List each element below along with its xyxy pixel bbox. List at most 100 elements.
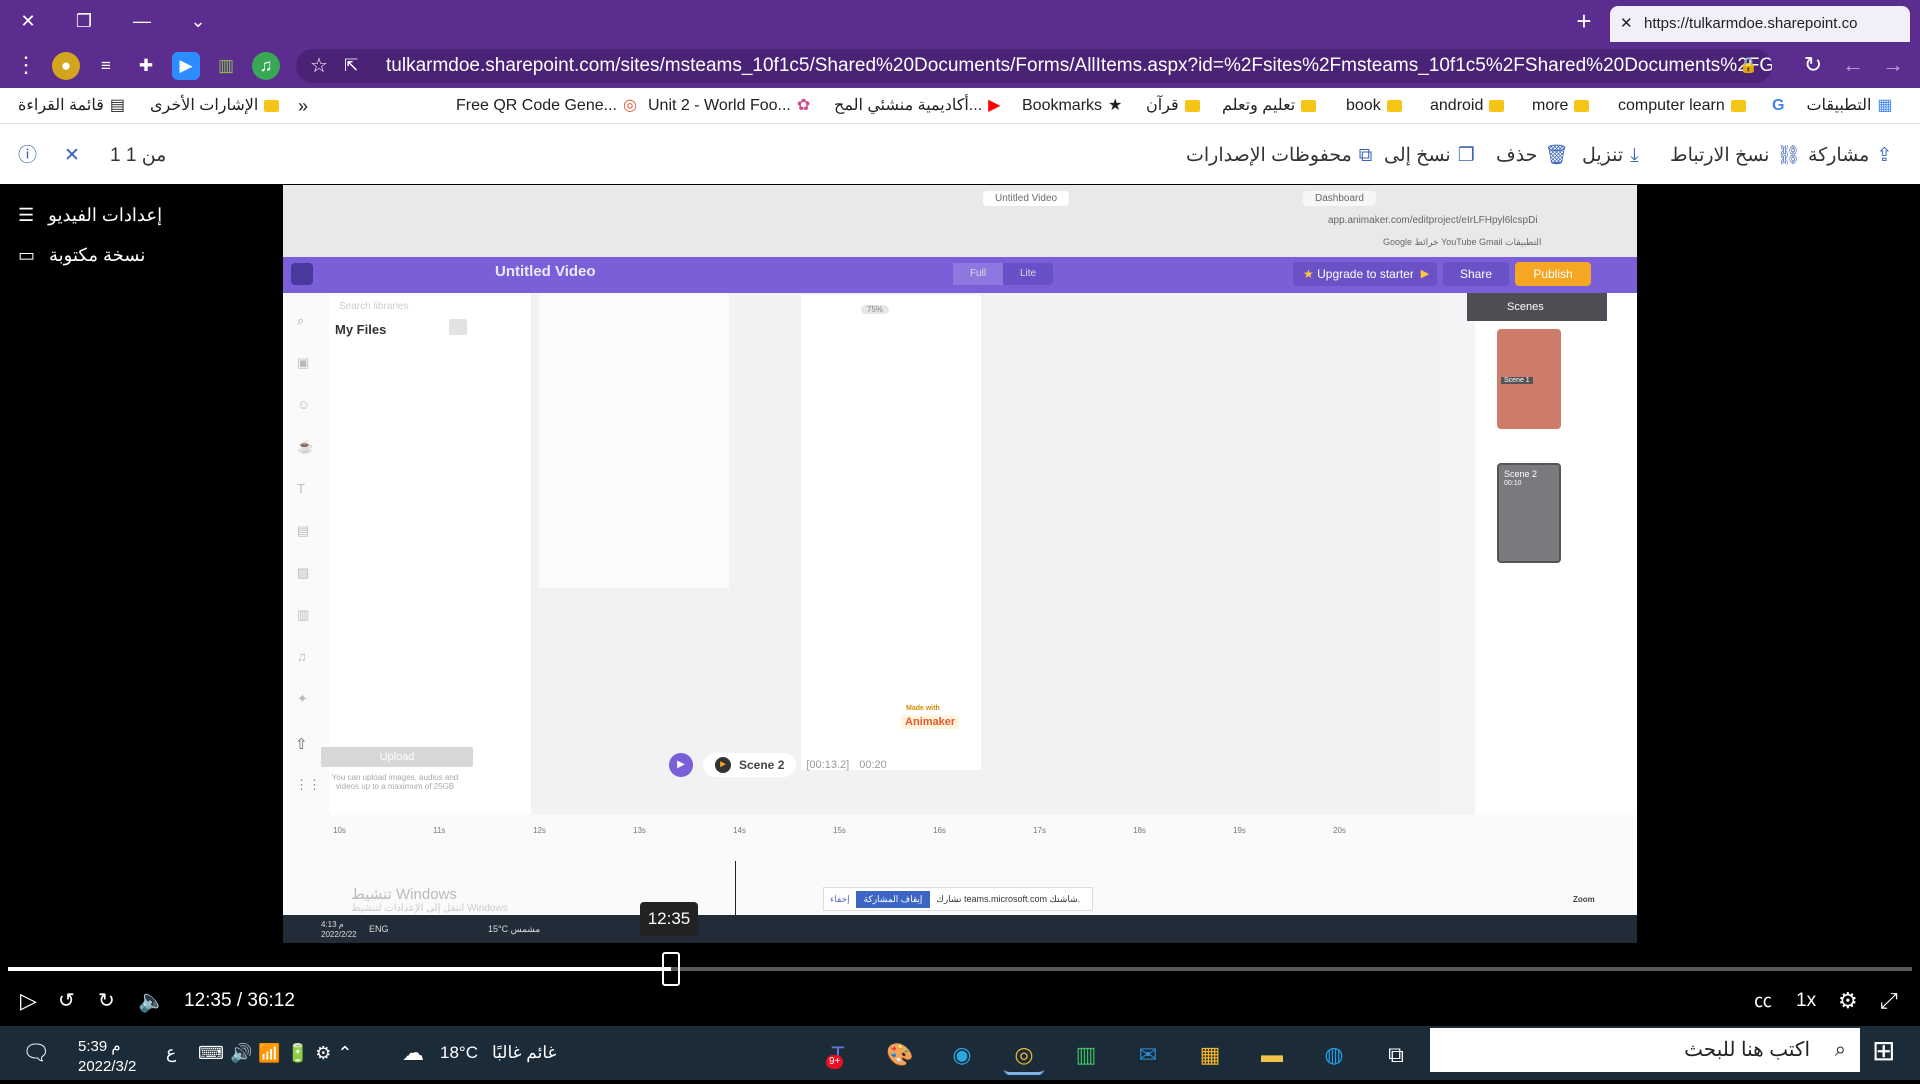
zoom-badge[interactable]: 75% xyxy=(861,305,890,314)
share-page-icon[interactable]: ⇱ xyxy=(344,49,358,83)
settings-gear-icon[interactable]: ⚙ xyxy=(1838,987,1858,1015)
videos-tool-icon[interactable]: ▥ xyxy=(297,607,309,623)
version-history-button[interactable]: محفوظات الإصدارات ⧉ xyxy=(1186,142,1372,170)
characters-tool-icon[interactable]: ☺ xyxy=(297,397,310,412)
mail-app-icon[interactable]: ✉ xyxy=(1128,1035,1168,1075)
effects-tool-icon[interactable]: ✦ xyxy=(297,691,308,707)
animaker-share-button[interactable]: Share xyxy=(1443,262,1509,286)
fullscreen-icon[interactable]: ⤢ xyxy=(1880,987,1898,1015)
minimize-window-icon[interactable]: — xyxy=(124,0,160,42)
bookmark-more[interactable]: more xyxy=(1532,94,1590,118)
preview-play-icon[interactable]: ▶ xyxy=(1413,262,1437,286)
animaker-canvas[interactable]: 75% Made with Animaker ▶ ▶ Scene 2 [00:1… xyxy=(531,293,1441,853)
extension-badge-icon[interactable]: ● xyxy=(52,52,80,80)
teams-app-icon[interactable]: T9+ xyxy=(818,1035,858,1075)
mode-toggle[interactable]: Full Lite xyxy=(953,263,1053,285)
close-tab-icon[interactable]: ✕ xyxy=(1620,6,1633,42)
chrome-app-icon[interactable]: ◎ xyxy=(1004,1035,1044,1075)
mode-full[interactable]: Full xyxy=(953,263,1003,285)
address-bar[interactable]: ☆ ⇱ tulkarmdoe.sharepoint.com/sites/mste… xyxy=(296,49,1772,83)
bookmarks-overflow-button[interactable]: » xyxy=(298,94,308,118)
taskbar-search[interactable]: اكتب هنا للبحث ⌕ xyxy=(1430,1028,1860,1072)
video-settings-menu-item[interactable]: ☰ إعدادات الفيديو xyxy=(18,200,162,230)
volume-icon[interactable]: 🔈 xyxy=(138,987,165,1015)
scene-1-thumbnail[interactable]: Scene 1 xyxy=(1497,329,1561,429)
more-tools-icon[interactable]: ⋮⋮ xyxy=(295,777,321,793)
tab-sharepoint[interactable]: ✕ https://tulkarmdoe.sharepoint.co xyxy=(1610,6,1910,42)
play-icon[interactable]: ▷ xyxy=(20,987,37,1015)
bookmark-book[interactable]: book xyxy=(1346,94,1402,118)
info-button[interactable]: ⓘ xyxy=(18,142,37,170)
transcript-menu-item[interactable]: ▭ نسخة مكتوبة xyxy=(18,240,145,270)
store-app-icon[interactable]: ▦ xyxy=(1190,1035,1230,1075)
seek-thumb[interactable] xyxy=(662,952,680,986)
text-tool-icon[interactable]: T xyxy=(297,481,305,496)
tab-search-icon[interactable]: ⌄ xyxy=(180,0,216,42)
upgrade-button[interactable]: ★ Upgrade to starter xyxy=(1293,262,1424,286)
playback-speed-button[interactable]: 1x xyxy=(1796,987,1816,1015)
bookmark-unit2[interactable]: Unit 2 - World Foo... ✿ xyxy=(648,94,810,118)
bookmark-android[interactable]: android xyxy=(1430,94,1505,118)
scene-2-thumbnail[interactable]: Scene 2 00:10 xyxy=(1497,463,1561,563)
bookmark-bookmarks[interactable]: Bookmarks ★ xyxy=(1022,94,1122,118)
download-button[interactable]: تنزيل ⤓ xyxy=(1582,142,1639,170)
scene-play-icon[interactable]: ▶ xyxy=(715,757,731,773)
bookmark-education[interactable]: تعليم وتعلم xyxy=(1222,94,1317,118)
share-button[interactable]: مشاركة ⇪ xyxy=(1808,142,1892,170)
copy-link-button[interactable]: نسخ الارتباط ⛓ xyxy=(1670,142,1801,170)
stop-sharing-button[interactable]: إيقاف المشاركة xyxy=(855,890,931,908)
explorer-app-icon[interactable]: ▬ xyxy=(1252,1035,1292,1075)
sheets-app-icon[interactable]: ▥ xyxy=(1066,1035,1106,1075)
taskbar-date[interactable]: 2022/3/2 xyxy=(78,1050,136,1084)
timeline[interactable]: 10s 11s 12s 13s 14s 15s 16s 17s 18s 19s 20s تنشيط … xyxy=(283,815,1637,915)
forward-icon[interactable]: ← xyxy=(1836,42,1870,88)
backgrounds-tool-icon[interactable]: ▤ xyxy=(297,523,309,539)
new-folder-icon[interactable] xyxy=(449,319,467,335)
taskbar-temp[interactable]: 18°C xyxy=(440,1036,478,1070)
bookmark-other[interactable]: الإشارات الأخرى xyxy=(150,94,280,118)
taskbar-weather[interactable]: غائم غالبًا xyxy=(492,1036,556,1070)
bookmark-reading-list[interactable]: قائمة القراءة ▤ xyxy=(18,94,125,118)
bookmark-quran[interactable]: قرآن xyxy=(1146,94,1200,118)
cloud-weather-icon[interactable]: ☁ xyxy=(402,1036,424,1070)
browser-menu-icon[interactable]: ⋮ xyxy=(10,42,42,88)
play-scene-icon[interactable]: ▶ xyxy=(669,753,693,777)
copy-to-button[interactable]: نسخ إلى ❐ xyxy=(1384,142,1475,170)
publish-button[interactable]: Publish xyxy=(1515,262,1591,286)
mode-lite[interactable]: Lite xyxy=(1003,263,1053,285)
templates-tool-icon[interactable]: ▣ xyxy=(297,355,309,371)
video-frame[interactable]: Untitled Video Dashboard app.animaker.co… xyxy=(283,185,1637,915)
library-search[interactable]: Search libraries xyxy=(339,301,408,312)
edge-app-icon[interactable]: ◉ xyxy=(942,1035,982,1075)
windows-start-icon[interactable]: ⊞ xyxy=(1872,1034,1895,1068)
upload-tool-icon[interactable]: ⇧ xyxy=(295,735,308,753)
playlist-icon[interactable]: ≡ xyxy=(92,52,120,80)
hide-notice-button[interactable]: إخفاء xyxy=(830,894,850,905)
bookmark-qr[interactable]: Free QR Code Gene... ◎ xyxy=(456,94,637,118)
bookmark-star-icon[interactable]: ☆ xyxy=(310,49,328,83)
notifications-icon[interactable]: 🗨 xyxy=(22,1036,50,1070)
extensions-puzzle-icon[interactable]: ✚ xyxy=(132,52,160,80)
bookmark-academy[interactable]: أكاديمية منشئي المح... ▶ xyxy=(834,94,1000,118)
search-tool-icon[interactable]: ⌕ xyxy=(297,313,304,329)
close-viewer-button[interactable]: ✕ xyxy=(64,142,80,170)
taskbar-language[interactable]: ع xyxy=(166,1036,176,1070)
captions-icon[interactable]: ㏄ xyxy=(1754,987,1772,1015)
delete-button[interactable]: حذف 🗑 xyxy=(1496,142,1569,170)
bookmark-computer-learn[interactable]: computer learn xyxy=(1618,94,1746,118)
new-tab-icon[interactable]: + xyxy=(1566,0,1602,42)
close-window-icon[interactable]: ✕ xyxy=(10,0,46,42)
headphones-icon[interactable]: ♫ xyxy=(252,52,280,80)
bookmark-apps[interactable]: G التطبيقات ▦ xyxy=(1772,94,1893,118)
upload-button[interactable]: Upload xyxy=(321,747,473,767)
props-tool-icon[interactable]: ☕ xyxy=(297,439,313,455)
equalizer-icon[interactable]: ▥ xyxy=(212,52,240,80)
music-tool-icon[interactable]: ♫ xyxy=(297,649,307,664)
tray-icons[interactable]: ⌨🔊📶🔋⚙⌃ xyxy=(198,1036,358,1070)
playhead[interactable] xyxy=(735,861,736,915)
project-title[interactable]: Untitled Video xyxy=(495,263,596,280)
zoom-extension-icon[interactable]: ▶ xyxy=(172,52,200,80)
edge-beta-app-icon[interactable]: ◍ xyxy=(1314,1035,1354,1075)
paint-app-icon[interactable]: 🎨 xyxy=(880,1035,920,1075)
task-view-icon[interactable]: ⧉ xyxy=(1376,1035,1416,1075)
